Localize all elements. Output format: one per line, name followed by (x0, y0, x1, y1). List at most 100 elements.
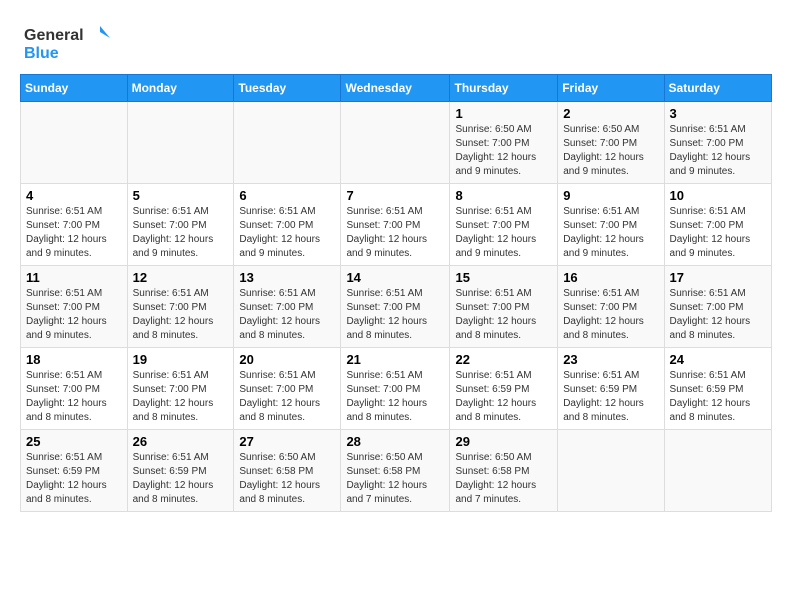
weekday-header-monday: Monday (127, 75, 234, 102)
weekday-header-wednesday: Wednesday (341, 75, 450, 102)
calendar-cell: 26 Sunrise: 6:51 AM Sunset: 6:59 PM Dayli… (127, 430, 234, 512)
day-number: 27 (239, 434, 335, 449)
day-number: 16 (563, 270, 658, 285)
calendar-cell: 28 Sunrise: 6:50 AM Sunset: 6:58 PM Dayli… (341, 430, 450, 512)
day-info: Sunrise: 6:50 AM Sunset: 7:00 PM Dayligh… (455, 123, 552, 179)
svg-text:Blue: Blue (24, 45, 59, 62)
day-info: Sunrise: 6:51 AM Sunset: 7:00 PM Dayligh… (26, 205, 122, 261)
calendar-cell: 4 Sunrise: 6:51 AM Sunset: 7:00 PM Daylig… (21, 184, 128, 266)
day-number: 18 (26, 352, 122, 367)
day-info: Sunrise: 6:50 AM Sunset: 7:00 PM Dayligh… (563, 123, 658, 179)
day-info: Sunrise: 6:51 AM Sunset: 7:00 PM Dayligh… (346, 287, 444, 343)
weekday-header-saturday: Saturday (664, 75, 771, 102)
calendar-cell: 25Sunrise: 6:51 AM Sunset: 6:59 PM Dayli… (21, 430, 128, 512)
day-number: 3 (670, 106, 766, 121)
day-number: 5 (133, 188, 229, 203)
calendar-cell: 5 Sunrise: 6:51 AM Sunset: 7:00 PM Daylig… (127, 184, 234, 266)
week-row-5: 25 Sunrise: 6:51 AM Sunset: 6:59 PM Dayli… (21, 430, 772, 512)
calendar-cell: 19Sunrise: 6:51 AM Sunset: 7:00 PM Dayli… (127, 348, 234, 430)
weekday-header-friday: Friday (558, 75, 664, 102)
day-number: 2 (563, 106, 658, 121)
week-row-4: 18 Sunrise: 6:51 AM Sunset: 7:00 PM Dayli… (21, 348, 772, 430)
logo: General Blue (20, 20, 110, 64)
calendar-cell: 20 Sunrise: 6:51 AM Sunset: 7:00 PM Dayli… (234, 348, 341, 430)
day-number: 20 (239, 352, 335, 367)
weekday-header-thursday: Thursday (450, 75, 558, 102)
calendar-cell (558, 430, 664, 512)
day-info: Sunrise: 6:51 AM Sunset: 7:00 PM Dayligh… (455, 205, 552, 261)
day-number: 6 (239, 188, 335, 203)
calendar-cell: 21 Sunrise: 6:51 AM Sunset: 7:00 PM Dayli… (341, 348, 450, 430)
week-row-3: 11 Sunrise: 6:51 AM Sunset: 7:00 PM Dayli… (21, 266, 772, 348)
day-info: Sunrise: 6:51 AM Sunset: 7:00 PM Dayligh… (346, 369, 444, 425)
calendar-cell: 24 Sunrise: 6:51 AM Sunset: 6:59 PM Dayli… (664, 348, 771, 430)
week-row-1: 1 Sunrise: 6:50 AM Sunset: 7:00 PM Daylig… (21, 102, 772, 184)
page-header: General Blue (20, 20, 772, 64)
day-number: 4 (26, 188, 122, 203)
weekday-header-row: SundayMondayTuesdayWednesdayThursdayFrid… (21, 75, 772, 102)
calendar-cell: 17 Sunrise: 6:51 AM Sunset: 7:00 PM Dayli… (664, 266, 771, 348)
day-number: 10 (670, 188, 766, 203)
calendar-cell (664, 430, 771, 512)
calendar-cell: 3 Sunrise: 6:51 AM Sunset: 7:00 PM Daylig… (664, 102, 771, 184)
weekday-header-tuesday: Tuesday (234, 75, 341, 102)
calendar-cell: 29Sunrise: 6:50 AM Sunset: 6:58 PM Dayli… (450, 430, 558, 512)
day-info: Sunrise: 6:51 AM Sunset: 7:00 PM Dayligh… (26, 287, 122, 343)
calendar-cell: 12 Sunrise: 6:51 AM Sunset: 7:00 PM Dayli… (127, 266, 234, 348)
calendar-cell (127, 102, 234, 184)
day-info: Sunrise: 6:51 AM Sunset: 7:00 PM Dayligh… (133, 205, 229, 261)
day-info: Sunrise: 6:51 AM Sunset: 7:00 PM Dayligh… (133, 287, 229, 343)
day-number: 28 (346, 434, 444, 449)
day-number: 22 (455, 352, 552, 367)
calendar-cell: 10 Sunrise: 6:51 AM Sunset: 7:00 PM Dayli… (664, 184, 771, 266)
day-info: Sunrise: 6:51 AM Sunset: 7:00 PM Dayligh… (239, 369, 335, 425)
calendar-cell: 6 Sunrise: 6:51 AM Sunset: 7:00 PM Daylig… (234, 184, 341, 266)
day-info: Sunrise: 6:51 AM Sunset: 7:00 PM Dayligh… (563, 287, 658, 343)
day-number: 14 (346, 270, 444, 285)
calendar-cell (21, 102, 128, 184)
day-number: 12 (133, 270, 229, 285)
week-row-2: 4 Sunrise: 6:51 AM Sunset: 7:00 PM Daylig… (21, 184, 772, 266)
day-info: Sunrise: 6:51 AM Sunset: 7:00 PM Dayligh… (670, 287, 766, 343)
day-number: 26 (133, 434, 229, 449)
day-info: Sunrise: 6:50 AM Sunset: 6:58 PM Dayligh… (239, 451, 335, 507)
calendar-cell: 15Sunrise: 6:51 AM Sunset: 7:00 PM Dayli… (450, 266, 558, 348)
day-number: 9 (563, 188, 658, 203)
day-info: Sunrise: 6:50 AM Sunset: 6:58 PM Dayligh… (455, 451, 552, 507)
calendar-table: SundayMondayTuesdayWednesdayThursdayFrid… (20, 74, 772, 512)
day-number: 24 (670, 352, 766, 367)
day-number: 25 (26, 434, 122, 449)
day-number: 11 (26, 270, 122, 285)
day-number: 17 (670, 270, 766, 285)
calendar-cell: 14 Sunrise: 6:51 AM Sunset: 7:00 PM Dayli… (341, 266, 450, 348)
day-number: 1 (455, 106, 552, 121)
day-info: Sunrise: 6:51 AM Sunset: 7:00 PM Dayligh… (26, 369, 122, 425)
day-info: Sunrise: 6:51 AM Sunset: 6:59 PM Dayligh… (670, 369, 766, 425)
calendar-cell (234, 102, 341, 184)
calendar-cell: 27 Sunrise: 6:50 AM Sunset: 6:58 PM Dayli… (234, 430, 341, 512)
day-number: 21 (346, 352, 444, 367)
calendar-cell: 7 Sunrise: 6:51 AM Sunset: 7:00 PM Daylig… (341, 184, 450, 266)
day-info: Sunrise: 6:51 AM Sunset: 7:00 PM Dayligh… (239, 287, 335, 343)
day-info: Sunrise: 6:51 AM Sunset: 7:00 PM Dayligh… (133, 369, 229, 425)
calendar-cell: 1 Sunrise: 6:50 AM Sunset: 7:00 PM Daylig… (450, 102, 558, 184)
calendar-cell: 23Sunrise: 6:51 AM Sunset: 6:59 PM Dayli… (558, 348, 664, 430)
svg-text:General: General (24, 27, 84, 44)
day-info: Sunrise: 6:51 AM Sunset: 6:59 PM Dayligh… (455, 369, 552, 425)
day-info: Sunrise: 6:51 AM Sunset: 7:00 PM Dayligh… (239, 205, 335, 261)
calendar-cell: 22 Sunrise: 6:51 AM Sunset: 6:59 PM Dayli… (450, 348, 558, 430)
calendar-cell: 16 Sunrise: 6:51 AM Sunset: 7:00 PM Dayli… (558, 266, 664, 348)
day-number: 15 (455, 270, 552, 285)
day-info: Sunrise: 6:51 AM Sunset: 7:00 PM Dayligh… (346, 205, 444, 261)
day-number: 7 (346, 188, 444, 203)
calendar-cell: 13Sunrise: 6:51 AM Sunset: 7:00 PM Dayli… (234, 266, 341, 348)
day-info: Sunrise: 6:51 AM Sunset: 6:59 PM Dayligh… (133, 451, 229, 507)
day-info: Sunrise: 6:51 AM Sunset: 7:00 PM Dayligh… (670, 205, 766, 261)
day-number: 23 (563, 352, 658, 367)
day-info: Sunrise: 6:51 AM Sunset: 7:00 PM Dayligh… (670, 123, 766, 179)
calendar-cell: 18 Sunrise: 6:51 AM Sunset: 7:00 PM Dayli… (21, 348, 128, 430)
day-info: Sunrise: 6:50 AM Sunset: 6:58 PM Dayligh… (346, 451, 444, 507)
day-info: Sunrise: 6:51 AM Sunset: 7:00 PM Dayligh… (563, 205, 658, 261)
calendar-cell: 8Sunrise: 6:51 AM Sunset: 7:00 PM Daylig… (450, 184, 558, 266)
generalblue-logo: General Blue (20, 20, 110, 64)
